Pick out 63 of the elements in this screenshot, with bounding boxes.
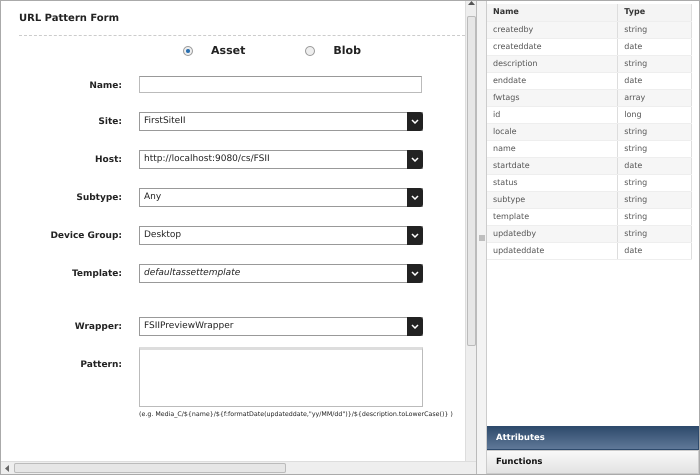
table-cell: subtype [487, 191, 618, 208]
table-cell: string [618, 140, 692, 157]
column-header: Name [487, 4, 618, 21]
table-cell: name [487, 140, 618, 157]
field-label: Device Group: [49, 230, 123, 243]
field-label: Host: [94, 154, 123, 167]
table-cell: date [618, 242, 692, 259]
dropdown-field[interactable]: defaultassettemplate [139, 264, 423, 283]
table-cell: date [618, 38, 692, 55]
splitter-grip-icon[interactable] [478, 234, 484, 240]
radio-label[interactable]: Asset [211, 43, 246, 60]
table-cell: long [618, 106, 692, 123]
table-cell: string [618, 191, 692, 208]
chevron-down-icon [411, 119, 419, 124]
chevron-down-icon [411, 233, 419, 238]
textarea-field[interactable] [139, 347, 423, 407]
table-cell: date [618, 157, 692, 174]
table-cell: string [618, 174, 692, 191]
radio-button[interactable] [183, 46, 194, 56]
scrollbar-thumb[interactable] [14, 463, 286, 473]
field-label: Pattern: [79, 359, 123, 372]
chevron-down-icon [411, 157, 419, 162]
radio-label[interactable]: Blob [333, 43, 361, 60]
table-cell: updateddate [487, 242, 618, 259]
table-cell: array [618, 89, 692, 106]
accordion-header[interactable]: Functions [487, 450, 699, 474]
table-cell: string [618, 225, 692, 242]
table-cell: date [618, 72, 692, 89]
table-cell: string [618, 123, 692, 140]
table-cell: startdate [487, 157, 618, 174]
scrollbar-thumb[interactable] [466, 16, 476, 346]
table-cell: string [618, 55, 692, 72]
scroll-left-icon[interactable] [5, 464, 10, 472]
text-field[interactable] [139, 76, 422, 92]
field-label: Subtype: [75, 192, 123, 205]
accordion-header[interactable]: Attributes [487, 426, 699, 450]
field-label: Wrapper: [74, 321, 123, 334]
table-cell: string [618, 21, 692, 38]
table-cell: status [487, 174, 618, 191]
field-label: Template: [70, 268, 123, 281]
table-cell: enddate [487, 72, 618, 89]
table-cell: createddate [487, 38, 618, 55]
table-cell: fwtags [487, 89, 618, 106]
dropdown-field[interactable]: http://localhost:9080/cs/FSII [139, 150, 423, 169]
table-cell: createdby [487, 21, 618, 38]
table-cell: locale [487, 123, 618, 140]
table-cell: id [487, 106, 618, 123]
scroll-up-icon[interactable] [468, 1, 474, 6]
column-header: Type [618, 4, 692, 21]
field-label: Site: [97, 116, 123, 129]
table-cell: description [487, 55, 618, 72]
chevron-down-icon [411, 271, 419, 276]
dropdown-field[interactable]: Any [139, 188, 423, 207]
chevron-down-icon [411, 324, 419, 329]
table-cell: updatedby [487, 225, 618, 242]
dropdown-field[interactable]: FirstSiteII [139, 112, 423, 131]
field-label: Name: [88, 80, 123, 92]
table-cell: string [618, 208, 692, 225]
radio-button[interactable] [305, 46, 316, 56]
dropdown-field[interactable]: Desktop [139, 226, 423, 245]
table-cell: template [487, 208, 618, 225]
chevron-down-icon [411, 195, 419, 200]
dropdown-field[interactable]: FSIIPreviewWrapper [139, 317, 423, 336]
